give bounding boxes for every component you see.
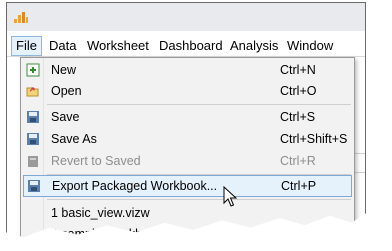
mouse-cursor-icon	[223, 186, 238, 207]
menu-item-recent-1[interactable]: 1 basic_view.vizw	[23, 203, 351, 223]
open-shortcut: Ctrl+O	[280, 84, 317, 98]
screenshot-canvas: File Data Worksheet Dashboard Analysis W…	[0, 0, 392, 251]
menu-item-recent-2[interactable]: 2 sample_workbook.vizx	[23, 224, 351, 241]
file-menu-dropdown: New Ctrl+N Open Ctrl+O Save Ctrl+S Save …	[20, 57, 355, 241]
menu-analysis[interactable]: Analysis	[226, 37, 282, 55]
export-label: Export Packaged Workbook...	[52, 179, 218, 193]
menu-separator	[47, 104, 351, 105]
menu-worksheet[interactable]: Worksheet	[83, 37, 153, 55]
export-workbook-icon	[28, 180, 40, 192]
new-shortcut: Ctrl+N	[280, 63, 316, 77]
save-icon	[27, 111, 39, 123]
recent-file-2-label: 2 sample_workbook.vizx	[51, 227, 188, 241]
new-label: New	[51, 63, 77, 77]
revert-label: Revert to Saved	[51, 154, 141, 168]
menu-file[interactable]: File	[11, 36, 42, 56]
menu-item-open[interactable]: Open Ctrl+O	[23, 81, 351, 101]
menu-item-revert: Revert to Saved Ctrl+R	[23, 151, 351, 171]
menu-window[interactable]: Window	[283, 37, 337, 55]
revert-shortcut: Ctrl+R	[280, 154, 316, 168]
save-label: Save	[51, 110, 80, 124]
save-as-icon	[27, 133, 39, 145]
open-label: Open	[51, 84, 82, 98]
export-shortcut: Ctrl+P	[281, 179, 317, 193]
menu-item-new[interactable]: New Ctrl+N	[23, 60, 351, 80]
menu-item-save-as[interactable]: Save As Ctrl+Shift+S	[23, 129, 351, 149]
menu-dashboard[interactable]: Dashboard	[155, 37, 227, 55]
title-bar	[7, 3, 365, 31]
menu-item-save[interactable]: Save Ctrl+S	[23, 107, 351, 127]
save-as-label: Save As	[51, 132, 97, 146]
open-folder-icon	[26, 87, 39, 97]
revert-icon	[28, 156, 38, 167]
menu-data[interactable]: Data	[45, 37, 80, 55]
app-icon	[14, 12, 28, 23]
menu-item-export-packaged-workbook[interactable]: Export Packaged Workbook... Ctrl+P	[23, 175, 352, 197]
app-window: File Data Worksheet Dashboard Analysis W…	[6, 2, 366, 241]
recent-file-1-label: 1 basic_view.vizw	[51, 206, 150, 220]
menu-bar: File Data Worksheet Dashboard Analysis W…	[7, 36, 365, 57]
menu-separator	[47, 199, 351, 200]
save-shortcut: Ctrl+S	[280, 110, 316, 124]
new-file-icon	[26, 63, 40, 77]
save-as-shortcut: Ctrl+Shift+S	[280, 132, 348, 146]
